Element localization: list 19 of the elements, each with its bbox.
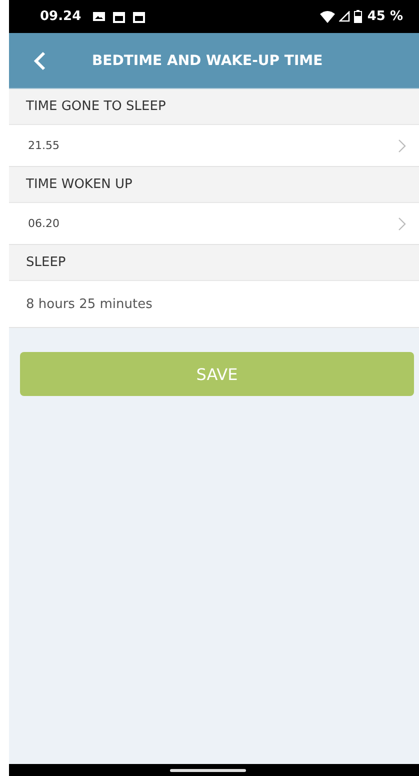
time-picker-row[interactable]: 06.20 [9, 203, 419, 245]
signal-icon [339, 11, 350, 22]
time-picker-row[interactable]: 21.55 [9, 125, 419, 167]
home-handle[interactable] [170, 768, 246, 772]
section-label: TIME GONE TO SLEEP [26, 99, 166, 114]
calendar-icon [113, 10, 126, 22]
section-label: TIME WOKEN UP [26, 177, 132, 192]
section-label: SLEEP [26, 255, 66, 270]
back-icon[interactable] [33, 50, 47, 70]
status-time: 09.24 [40, 9, 82, 24]
wifi-icon [320, 10, 336, 22]
screen-title: BEDTIME AND WAKE-UP TIME [92, 52, 323, 68]
calendar-icon [133, 10, 146, 22]
battery-percent: 45 % [367, 9, 403, 24]
chevron-right-icon [398, 216, 406, 230]
battery-icon [354, 10, 362, 23]
sleep-duration: 8 hours 25 minutes [26, 296, 152, 312]
chevron-right-icon [398, 138, 406, 152]
image-icon [93, 11, 106, 22]
